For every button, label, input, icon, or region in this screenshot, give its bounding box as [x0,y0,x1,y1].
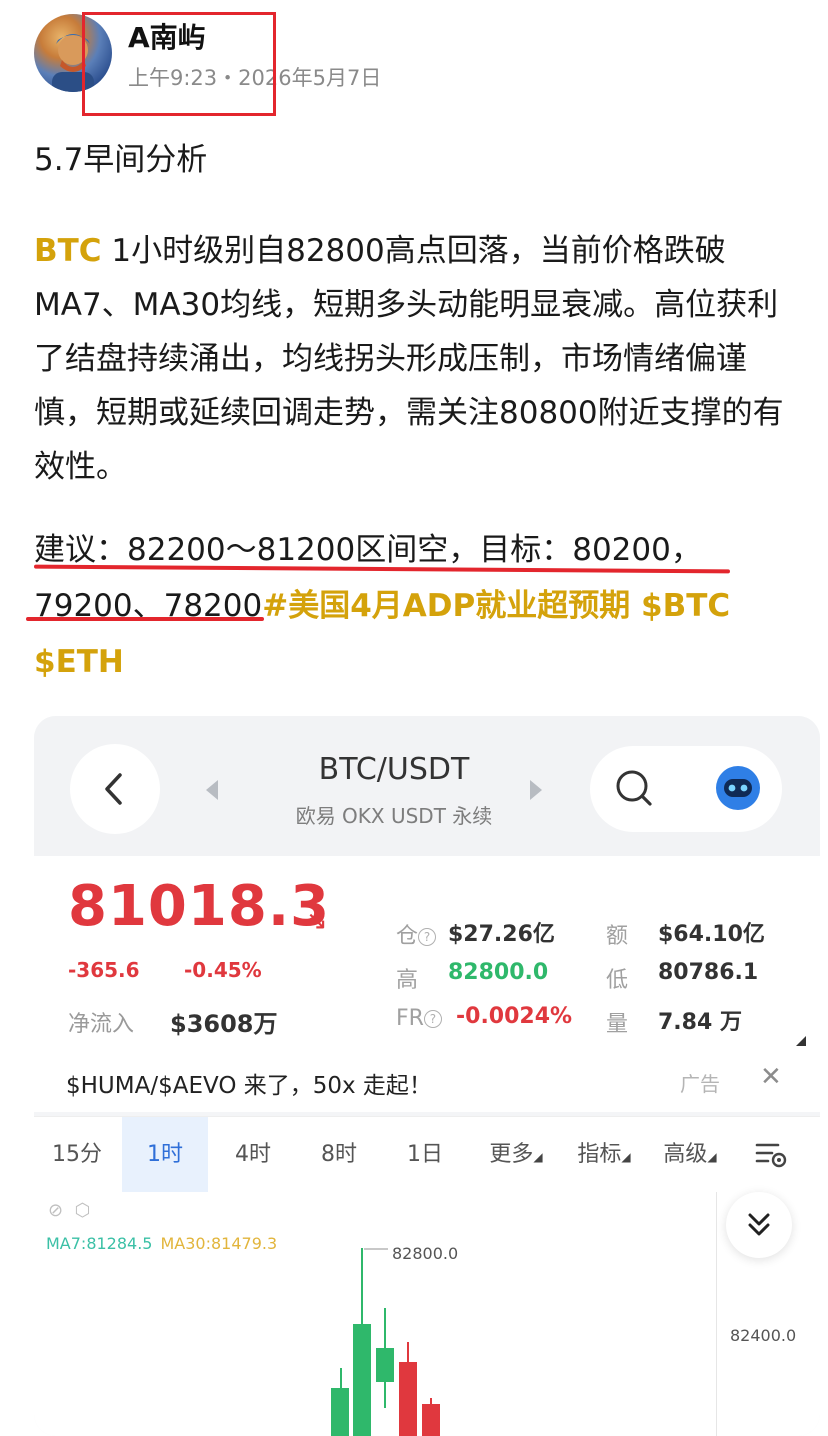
trade-suggestion: 建议：82200～81200区间空，目标：80200， 79200、78200#美… [34,522,804,690]
caret-icon: ◢ [707,1150,717,1164]
red-underline-2 [26,617,264,621]
candle-body [376,1348,394,1382]
price-axis-divider [716,1192,717,1436]
info-icon: ? [418,928,437,946]
suggestion-line1: 建议：82200～81200区间空，目标：80200， [34,532,702,568]
post-body: BTC 1小时级别自82800高点回落，当前价格跌破MA7、MA30均线，短期多… [34,224,794,494]
info-icon: ? [423,1010,442,1028]
low-value: 80786.1 [658,960,759,985]
tab-1d[interactable]: 1日 [382,1117,468,1193]
candles-svg [331,1248,440,1436]
back-icon [105,773,122,805]
price-down-arrow-icon: ↘ [306,906,328,936]
next-pair-arrow-icon[interactable] [530,780,542,800]
post-title: 5.7早间分析 [34,142,208,178]
candle-body [422,1404,440,1436]
ad-banner[interactable]: $HUMA/$AEVO 来了，50x 走起！ 广告 ✕ [34,1052,820,1112]
open-interest-value: $27.26亿 [448,922,555,947]
double-chevron-down-icon [748,1213,770,1236]
price-stats-panel: 81018.3 ↘ -365.6 -0.45% 净流入 $3608万 仓? $2… [34,856,820,1052]
price-change: -365.6 [68,958,140,982]
tab-1h[interactable]: 1时 [122,1117,208,1193]
volume-value: 7.84 万 [658,1010,742,1035]
exchange-subtitle: 欧易 OKX USDT 永续 [295,804,493,828]
scroll-down-button[interactable] [726,1192,792,1258]
pair-nav-bar: BTC/USDT 欧易 OKX USDT 永续 [34,716,820,856]
search-icon [616,770,652,806]
tab-15m[interactable]: 15分 [34,1117,120,1193]
high-value: 82800.0 [448,960,549,985]
turnover-label: 额 [606,924,629,949]
post-body-text: 1小时级别自82800高点回落，当前价格跌破MA7、MA30均线，短期多头动能明… [34,233,784,485]
trading-card[interactable]: BTC/USDT 欧易 OKX USDT 永续 81018.3 ↘ -365.6… [34,716,820,1436]
caret-icon: ◢ [621,1150,631,1164]
tab-8h[interactable]: 8时 [296,1117,382,1193]
last-price: 81018.3 [68,874,331,939]
pair-title: BTC/USDT [318,752,470,787]
ad-text[interactable]: $HUMA/$AEVO 来了，50x 走起！ [66,1066,432,1100]
search-button[interactable] [612,766,658,812]
candlestick-chart[interactable]: ⊘ ⬡ MA7:81284.5 MA30:81479.3 82800.0 8240… [34,1192,820,1436]
price-change-percent: -0.45% [184,958,262,982]
caret-icon: ◢ [533,1150,543,1164]
timeframe-tabs: 15分 1时 4时 8时 1日 更多◢ 指标◢ 高级◢ [34,1116,820,1193]
chart-settings-button[interactable] [754,1139,788,1175]
funding-rate-label: FR? [396,1006,442,1031]
back-button[interactable] [70,744,160,834]
open-interest-label: 仓? [396,918,437,950]
turnover-value: $64.10亿 [658,922,765,947]
low-label: 低 [606,968,629,993]
close-icon[interactable]: ✕ [760,1062,782,1092]
funding-rate-value: -0.0024% [456,1004,573,1029]
red-highlight-box [82,12,276,116]
tab-more[interactable]: 更多◢ [472,1117,560,1193]
assistant-bot-button[interactable] [714,764,762,812]
chart-settings-icon [755,1143,787,1168]
bot-avatar-icon [716,766,760,810]
high-label: 高 [396,968,419,993]
prev-pair-arrow-icon[interactable] [206,780,218,800]
net-inflow-label: 净流入 [68,1012,135,1037]
tab-indicators[interactable]: 指标◢ [560,1117,648,1193]
net-inflow-value: $3608万 [170,1010,278,1038]
volume-label: 量 [606,1012,629,1037]
ticker-link-btc[interactable]: BTC [34,233,102,269]
candle-body [331,1388,349,1436]
action-pill [590,746,782,832]
tab-advanced[interactable]: 高级◢ [646,1117,734,1193]
expand-corner-icon[interactable] [796,1036,806,1046]
price-axis-label: 82400.0 [730,1326,797,1345]
candle-body [353,1324,371,1436]
candle-body [399,1362,417,1436]
high-price-marker: 82800.0 [392,1244,459,1263]
tab-4h[interactable]: 4时 [210,1117,296,1193]
ad-tag: 广告 [680,1072,720,1096]
